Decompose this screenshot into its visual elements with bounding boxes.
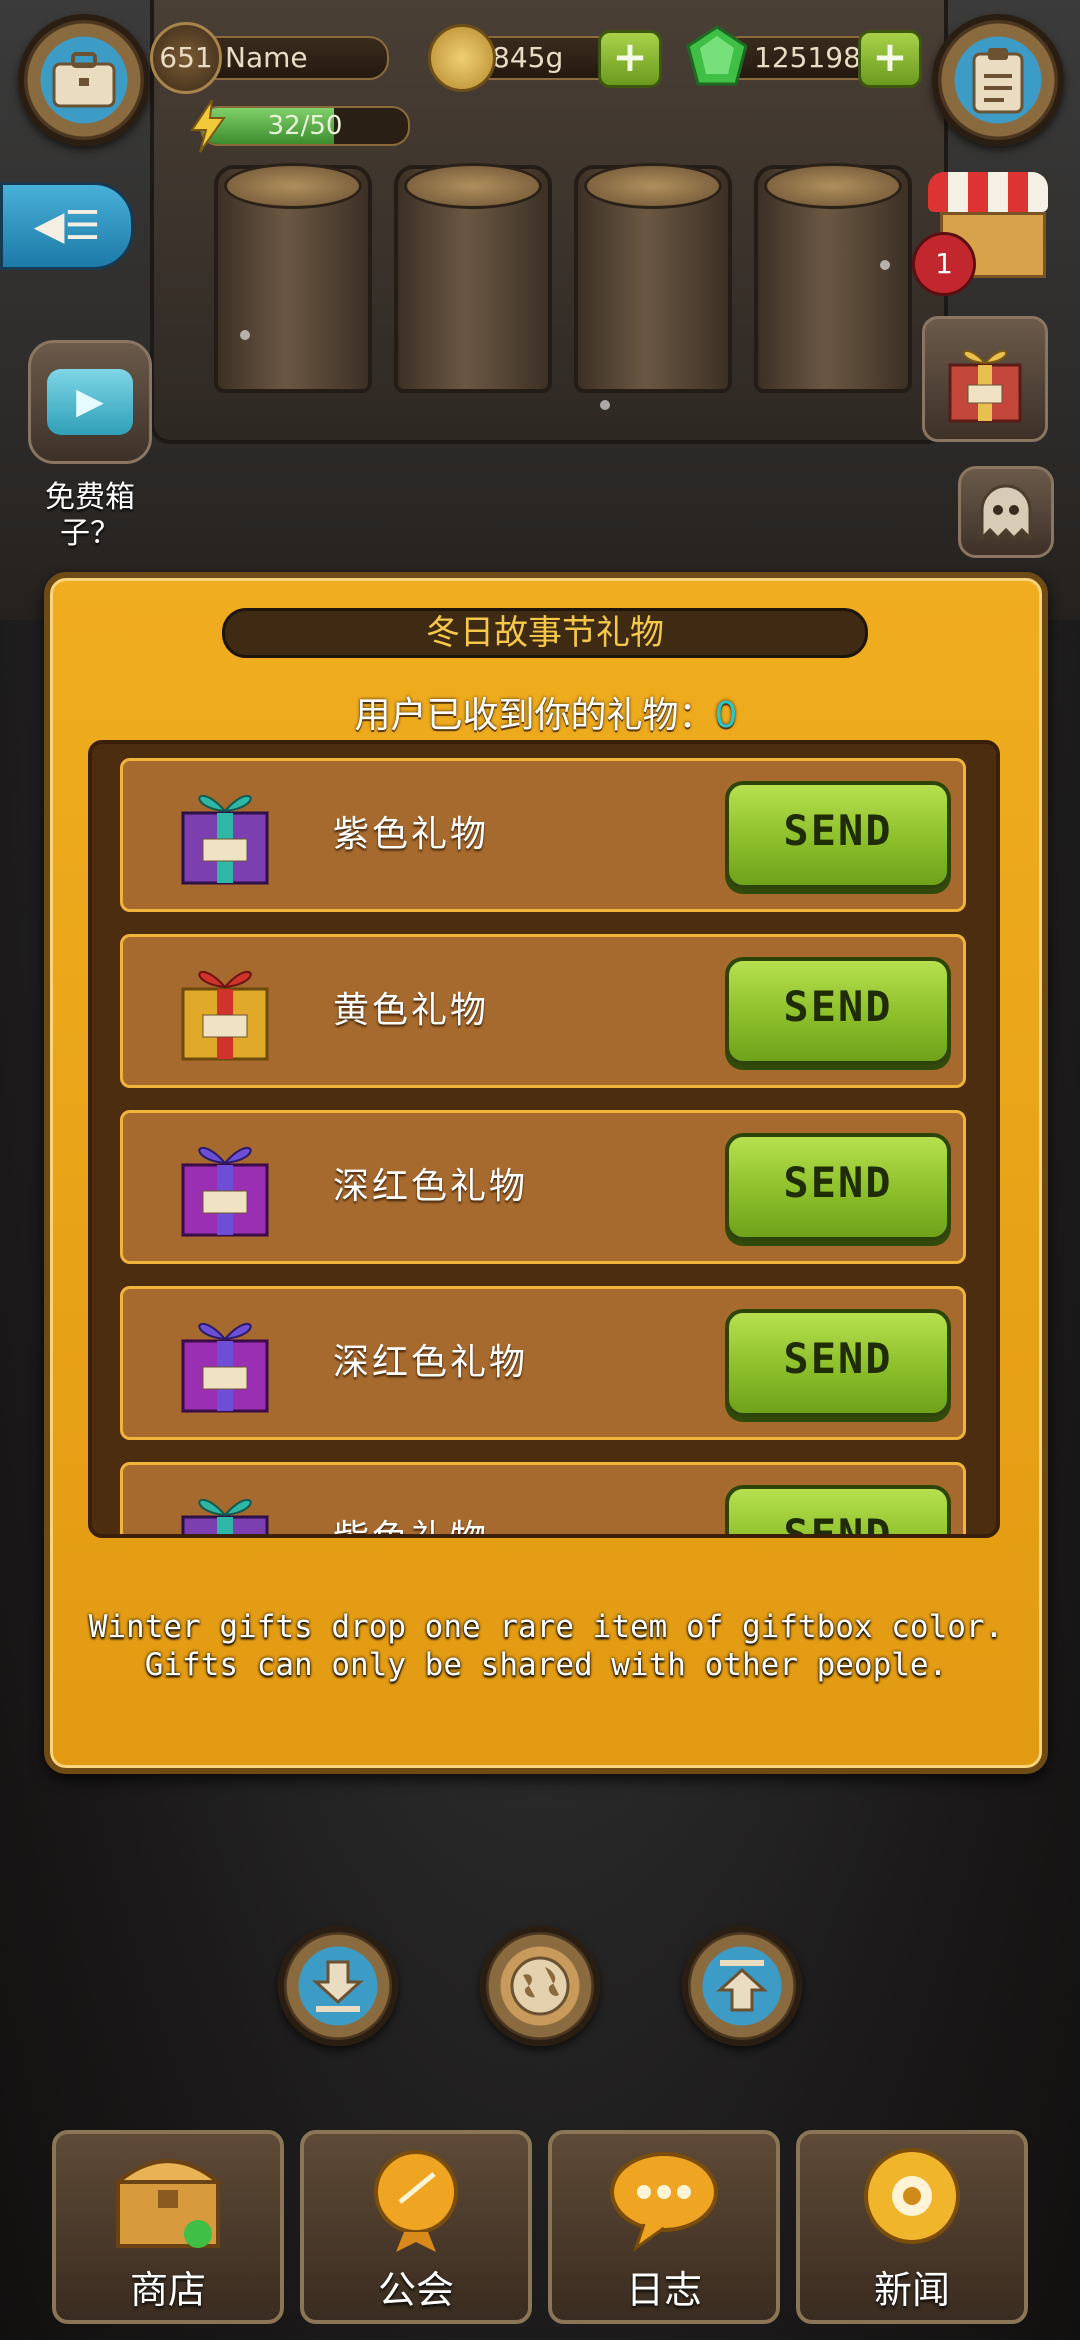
gift-info-note: Winter gifts drop one rare item of giftb… <box>6 1608 1080 1684</box>
received-gifts-label: 用户已收到你的礼物： <box>354 695 715 736</box>
free-box-tv-button[interactable]: ▶ <box>28 340 152 464</box>
gem-icon <box>686 25 748 86</box>
energy-value: 32/50 <box>267 111 343 141</box>
gift-row: 深红色礼物 SEND <box>120 1286 966 1440</box>
ghost-icon <box>980 484 1032 540</box>
tv-play-icon: ▶ <box>47 369 133 435</box>
stall-awning <box>928 172 1048 212</box>
nav-log-label: 日志 <box>625 2268 702 2312</box>
inventory-button[interactable] <box>18 14 150 146</box>
gift-teal-purple-icon <box>181 1498 269 1534</box>
lightning-icon <box>190 99 226 153</box>
barrel <box>214 163 372 393</box>
send-button[interactable]: SEND <box>725 781 951 889</box>
upload-icon <box>716 1960 768 2012</box>
energy-bar: 32/50 <box>200 106 410 146</box>
gift-purple-icon <box>181 1146 269 1237</box>
upload-button[interactable] <box>682 1926 802 2046</box>
note-line-2: Gifts can only be shared with other peop… <box>144 1647 948 1683</box>
gift-row: 紫色礼物 SEND <box>120 1462 966 1534</box>
quests-button[interactable] <box>932 14 1064 146</box>
chat-bubble-icon <box>610 2152 718 2252</box>
back-menu-button[interactable]: ◀☰ <box>0 182 134 270</box>
gift-row: 黄色礼物 SEND <box>120 934 966 1088</box>
gift-name: 深红色礼物 <box>333 1342 529 1383</box>
gift-name: 黄色礼物 <box>333 990 490 1031</box>
globe-icon <box>510 1956 570 2016</box>
dialog-title: 冬日故事节礼物 <box>222 608 868 658</box>
world-map-button[interactable] <box>480 1926 600 2046</box>
gift-name: 紫色礼物 <box>333 814 490 855</box>
treasure-chest-icon <box>112 2159 224 2248</box>
nav-news-label: 新闻 <box>873 2268 950 2312</box>
guild-medal-icon <box>374 2150 458 2252</box>
gift-icon <box>948 350 1022 423</box>
snowflake <box>240 330 250 340</box>
gift-red-yellow-icon <box>181 970 269 1061</box>
coin-icon <box>428 24 496 92</box>
send-button[interactable]: SEND <box>725 1133 951 1241</box>
send-button[interactable]: SEND <box>725 1309 951 1417</box>
ghost-button[interactable] <box>958 466 1054 558</box>
background-scene <box>0 0 1080 620</box>
nav-guild-label: 公会 <box>377 2268 454 2312</box>
free-box-label: 免费箱子？ <box>45 480 135 551</box>
send-button[interactable]: SEND <box>725 1485 951 1534</box>
download-icon <box>312 1960 364 2012</box>
gift-row: 紫色礼物 SEND <box>120 758 966 912</box>
shop-badge: 1 <box>912 232 976 296</box>
download-button[interactable] <box>278 1926 398 2046</box>
gift-name: 紫色礼物 <box>333 1465 489 1534</box>
nav-log[interactable]: 日志 <box>548 2130 780 2324</box>
gift-row: 深红色礼物 SEND <box>120 1110 966 1264</box>
received-gifts-count: 0 <box>714 695 738 736</box>
barrel <box>394 163 552 393</box>
received-gifts-line: 用户已收到你的礼物：0 <box>50 686 1042 738</box>
briefcase-icon <box>52 52 116 108</box>
gift-list[interactable]: 紫色礼物 SEND 黄色礼物 SEND 深红色礼物 SEND 深红色礼物 SEN… <box>88 740 1000 1538</box>
send-button[interactable]: SEND <box>725 957 951 1065</box>
giftbox-button[interactable] <box>922 316 1048 442</box>
note-line-1: Winter gifts drop one rare item of giftb… <box>88 1609 1004 1645</box>
add-gems-button[interactable]: + <box>858 30 922 88</box>
level-badge: 651 <box>150 22 222 94</box>
shop-stall-button[interactable]: 1 <box>912 172 1050 296</box>
player-level: 651 <box>159 41 213 74</box>
nav-shop-label: 商店 <box>129 2268 206 2312</box>
nav-guild[interactable]: 公会 <box>300 2130 532 2324</box>
add-gold-button[interactable]: + <box>598 30 662 88</box>
clipboard-icon <box>972 48 1024 114</box>
gift-teal-purple-icon <box>181 794 269 885</box>
nav-news[interactable]: 新闻 <box>796 2130 1028 2324</box>
shop-badge-count: 1 <box>935 247 953 280</box>
gift-dialog: 冬日故事节礼物 用户已收到你的礼物：0 紫色礼物 SEND 黄色礼物 SEND … <box>44 572 1048 1774</box>
nav-shop[interactable]: 商店 <box>52 2130 284 2324</box>
barrel <box>754 163 912 393</box>
back-menu-icon: ◀☰ <box>33 203 101 249</box>
snowflake <box>880 260 890 270</box>
barrel <box>574 163 732 393</box>
snowflake <box>600 400 610 410</box>
gift-purple-icon <box>181 1322 269 1413</box>
gift-name: 深红色礼物 <box>333 1166 529 1207</box>
gear-icon <box>864 2148 960 2244</box>
